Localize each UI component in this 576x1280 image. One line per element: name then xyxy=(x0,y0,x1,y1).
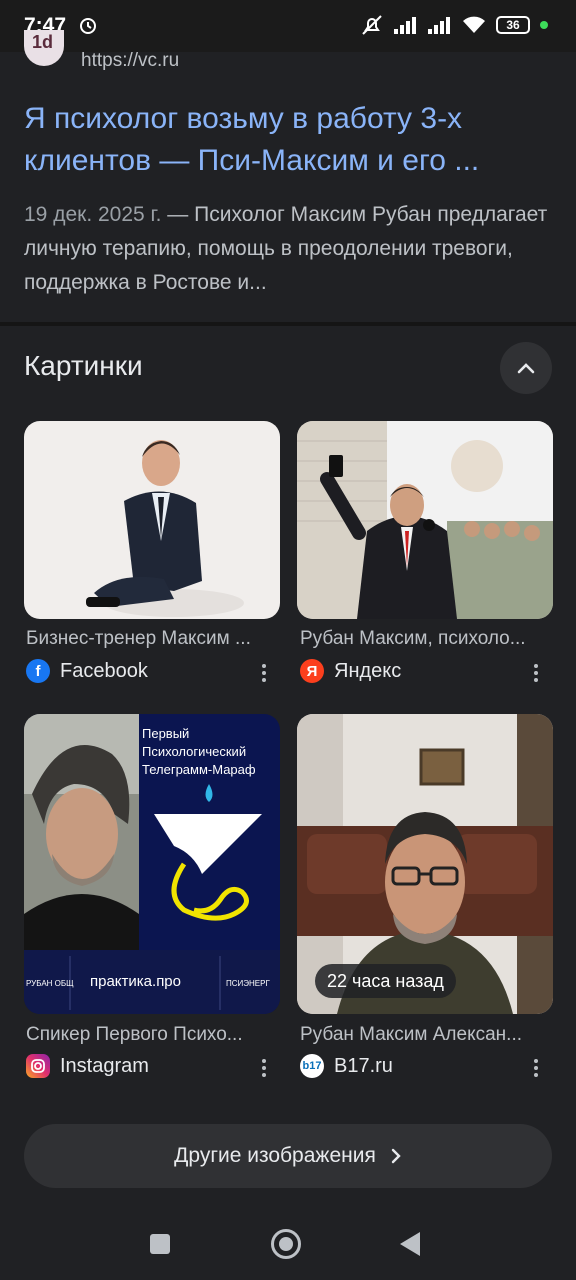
instagram-icon xyxy=(26,1054,50,1078)
photo-marathon-poster: Первый Психологический Телеграмм-Мараф Р… xyxy=(24,714,280,1014)
result-title-link[interactable]: Я психолог возьму в работу 3-х клиентов … xyxy=(24,98,554,182)
battery-indicator: 36 xyxy=(496,16,530,34)
image-source-2[interactable]: Я Яндекс xyxy=(300,659,401,683)
time-badge: 22 часа назад xyxy=(315,964,456,998)
wifi-icon xyxy=(463,16,485,33)
more-options-icon-3[interactable] xyxy=(252,1053,276,1083)
poster-line-1: Первый xyxy=(142,726,189,741)
image-source-1[interactable]: f Facebook xyxy=(26,659,148,683)
poster-line-2: Психологический xyxy=(142,744,246,759)
more-images-label: Другие изображения xyxy=(174,1144,376,1167)
poster-footer-3: ПСИЭНЕРГ xyxy=(226,979,270,988)
alarm-icon xyxy=(80,18,96,34)
result-date: 19 дек. 2025 г. xyxy=(24,203,162,226)
photo-speaker-selfie xyxy=(297,421,553,619)
chevron-up-icon xyxy=(517,363,535,374)
image-caption-1[interactable]: Бизнес-тренер Максим ... xyxy=(26,628,282,650)
image-thumbnail-3[interactable]: Первый Психологический Телеграмм-Мараф Р… xyxy=(24,714,280,1014)
image-caption-2[interactable]: Рубан Максим, психоло... xyxy=(300,628,556,650)
images-section-title: Картинки xyxy=(24,350,143,381)
favicon-text: 1d xyxy=(32,32,54,52)
image-source-label-4: B17.ru xyxy=(334,1054,393,1077)
back-button[interactable] xyxy=(400,1232,420,1256)
more-options-icon-1[interactable] xyxy=(252,658,276,688)
image-caption-4[interactable]: Рубан Максим Алексан... xyxy=(300,1024,556,1046)
facebook-icon: f xyxy=(26,659,50,683)
recents-button[interactable] xyxy=(150,1234,170,1254)
image-source-label-1: Facebook xyxy=(60,659,148,682)
result-snippet: 19 дек. 2025 г. — Психолог Максим Рубан … xyxy=(24,198,554,300)
section-divider xyxy=(0,322,576,326)
signal-icon xyxy=(394,17,416,34)
photo-businessman xyxy=(24,421,280,619)
status-bar: 7:47 36 xyxy=(0,0,576,52)
privacy-dot xyxy=(540,21,548,29)
mute-icon xyxy=(362,15,382,35)
chevron-right-icon xyxy=(391,1148,401,1164)
more-options-icon-2[interactable] xyxy=(524,658,548,688)
home-button[interactable] xyxy=(271,1229,301,1259)
image-source-3[interactable]: Instagram xyxy=(26,1054,149,1078)
poster-footer-2: практика.про xyxy=(90,973,181,990)
poster-footer-1: РУБАН ОБЩ xyxy=(26,979,74,988)
yandex-icon: Я xyxy=(300,659,324,683)
image-caption-3[interactable]: Спикер Первого Психо... xyxy=(26,1024,282,1046)
image-thumbnail-4[interactable]: 22 часа назад xyxy=(297,714,553,1014)
more-images-button[interactable]: Другие изображения xyxy=(24,1124,552,1188)
image-thumbnail-1[interactable] xyxy=(24,421,280,619)
more-options-icon-4[interactable] xyxy=(524,1053,548,1083)
result-url[interactable]: https://vc.ru xyxy=(81,50,179,72)
collapse-button[interactable] xyxy=(500,342,552,394)
poster-line-3: Телеграмм-Мараф xyxy=(142,762,256,777)
site-favicon[interactable]: 1d xyxy=(24,30,64,66)
b17-icon: b17 xyxy=(300,1054,324,1078)
signal-icon-2 xyxy=(428,17,450,34)
image-source-4[interactable]: b17 B17.ru xyxy=(300,1054,393,1078)
system-nav-bar xyxy=(0,1206,576,1280)
image-source-label-2: Яндекс xyxy=(334,659,402,682)
image-source-label-3: Instagram xyxy=(60,1054,149,1077)
image-thumbnail-2[interactable] xyxy=(297,421,553,619)
